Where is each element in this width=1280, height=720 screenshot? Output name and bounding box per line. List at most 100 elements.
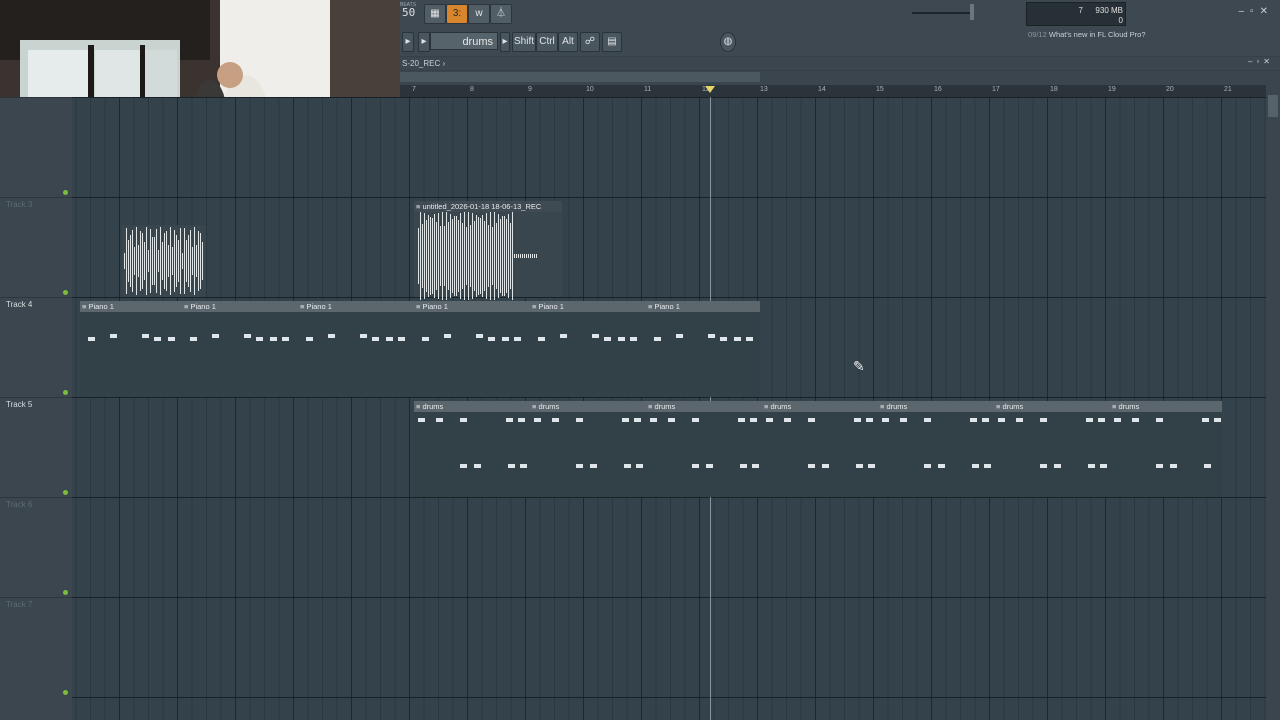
clip-body	[646, 412, 762, 497]
panel-toggle-icon[interactable]: ▸	[402, 32, 414, 52]
waveform-bar	[160, 227, 161, 295]
app-window-controls[interactable]: –▫✕	[1239, 6, 1275, 17]
piano-note	[398, 337, 405, 341]
master-volume-slider[interactable]	[912, 12, 970, 14]
track-header[interactable]: Track 5	[0, 397, 72, 497]
piano-clip[interactable]: ≡ Piano 1	[530, 301, 646, 397]
piano-clip[interactable]: ≡ Piano 1	[414, 301, 530, 397]
globe-icon[interactable]: ◍	[720, 32, 736, 52]
vertical-scrollbar-thumb[interactable]	[1268, 95, 1278, 117]
drum-note-hat	[900, 418, 907, 422]
piano-note	[476, 334, 483, 338]
waveform-bar	[188, 235, 189, 287]
piano-clip[interactable]: ≡ Piano 1	[182, 301, 298, 397]
bar-number: 16	[934, 86, 942, 93]
piano-note	[538, 337, 545, 341]
drum-note-hat	[436, 418, 443, 422]
drum-note-kick	[636, 464, 643, 468]
waveform-bar	[428, 215, 429, 297]
drum-note-hat	[766, 418, 773, 422]
pattern-selector[interactable]: drums	[430, 32, 498, 50]
audio-clip[interactable]: ≡ untitled_2026-01-18 18-06-13_REC	[414, 201, 562, 300]
piano-note	[386, 337, 393, 341]
ctrl-button[interactable]: Ctrl	[536, 32, 558, 52]
clip-label: ≡ Piano 1	[646, 301, 760, 312]
waveform-bar	[500, 219, 501, 293]
drum-note-kick	[576, 464, 583, 468]
drum-note-kick	[1156, 464, 1163, 468]
clip-label: ≡ untitled_2026-01-18 18-06-13_REC	[414, 201, 562, 212]
piano-note	[734, 337, 741, 341]
waveform-bar	[456, 215, 457, 297]
track-header[interactable]: Track 3	[0, 197, 72, 297]
bar-number: 8	[470, 86, 474, 93]
track-header[interactable]: Track 7	[0, 597, 72, 697]
clip-label: ≡ drums	[530, 401, 646, 412]
drum-note-hat	[668, 418, 675, 422]
cpu-ram-monitor: 7 930 MB 0	[1026, 2, 1126, 26]
waveform-bar	[200, 233, 201, 289]
track-header[interactable]: Track 6	[0, 497, 72, 597]
clip-label: ≡ Piano 1	[530, 301, 646, 312]
bar-number: 7	[412, 86, 416, 93]
drum-note-hat	[418, 418, 425, 422]
drums-clip[interactable]: ≡ drums	[878, 401, 994, 497]
piano-note	[444, 334, 451, 338]
piano-note	[190, 337, 197, 341]
clip-label: ≡ Piano 1	[298, 301, 414, 312]
cart-icon[interactable]: ▤	[602, 32, 622, 52]
bar-number: 11	[644, 86, 652, 93]
piano-clip[interactable]: ≡ Piano 1	[646, 301, 760, 397]
master-pitch-knob[interactable]	[970, 4, 974, 20]
playhead-marker[interactable]	[705, 86, 715, 93]
waveform-bar	[522, 254, 523, 258]
vertical-scrollbar[interactable]	[1266, 85, 1280, 720]
drum-note-kick	[590, 464, 597, 468]
track-mute-led[interactable]	[63, 290, 68, 295]
drums-clip[interactable]: ≡ drums	[530, 401, 646, 497]
drum-note-kick	[706, 464, 713, 468]
horizontal-scrollbar[interactable]	[400, 72, 760, 82]
playlist-title-bar[interactable]: S-20_REC ›	[400, 57, 1280, 70]
track-mute-led[interactable]	[63, 390, 68, 395]
track-mute-led[interactable]	[63, 190, 68, 195]
track-mute-led[interactable]	[63, 690, 68, 695]
piano-note	[282, 337, 289, 341]
piano-clip[interactable]: ≡ Piano 1	[298, 301, 414, 397]
drums-clip[interactable]: ≡ drums	[762, 401, 878, 497]
drums-clip[interactable]: ≡ drums	[646, 401, 762, 497]
drums-clip[interactable]: ≡ drums	[994, 401, 1110, 497]
waveform-bar	[480, 217, 481, 295]
tempo-display[interactable]: 50	[402, 6, 415, 19]
drums-clip[interactable]: ≡ drums	[1110, 401, 1222, 497]
piano-keys-icon[interactable]: ▦	[424, 4, 446, 24]
waveform-bar	[158, 250, 159, 272]
drum-note-hat	[784, 418, 791, 422]
news-panel[interactable]: 09/12 What's new in FL Cloud Pro?	[1028, 30, 1146, 40]
waveform-bar	[128, 239, 129, 283]
clip-body	[530, 312, 646, 397]
playlist-window-controls[interactable]: –▫✕	[1248, 57, 1274, 66]
piano-note	[720, 337, 727, 341]
prev-pattern-icon[interactable]: ▸	[418, 32, 430, 52]
waveform-bar	[126, 227, 127, 295]
drum-note-hat	[808, 418, 815, 422]
waveform-bar	[490, 212, 491, 300]
touch-icon[interactable]: ☍	[580, 32, 600, 52]
metronome-icon[interactable]: ⏃	[490, 4, 512, 24]
audio-clip-small[interactable]	[122, 225, 206, 297]
track-header[interactable]	[0, 97, 72, 197]
track-header[interactable]: Track 4	[0, 297, 72, 397]
drums-clip[interactable]: ≡ drums	[414, 401, 530, 497]
waveform-bar	[470, 224, 471, 288]
shift-button[interactable]: Shift	[512, 32, 536, 52]
next-pattern-icon[interactable]: ▸	[500, 32, 510, 52]
track-mute-led[interactable]	[63, 590, 68, 595]
track-mute-led[interactable]	[63, 490, 68, 495]
wait-record-icon[interactable]: w	[468, 4, 490, 24]
piano-clip[interactable]: ≡ Piano 1	[80, 301, 182, 397]
bar-number: 17	[992, 86, 1000, 93]
step-mode-icon[interactable]: 3:	[446, 4, 468, 24]
alt-button[interactable]: Alt	[558, 32, 578, 52]
drum-note-hat	[650, 418, 657, 422]
